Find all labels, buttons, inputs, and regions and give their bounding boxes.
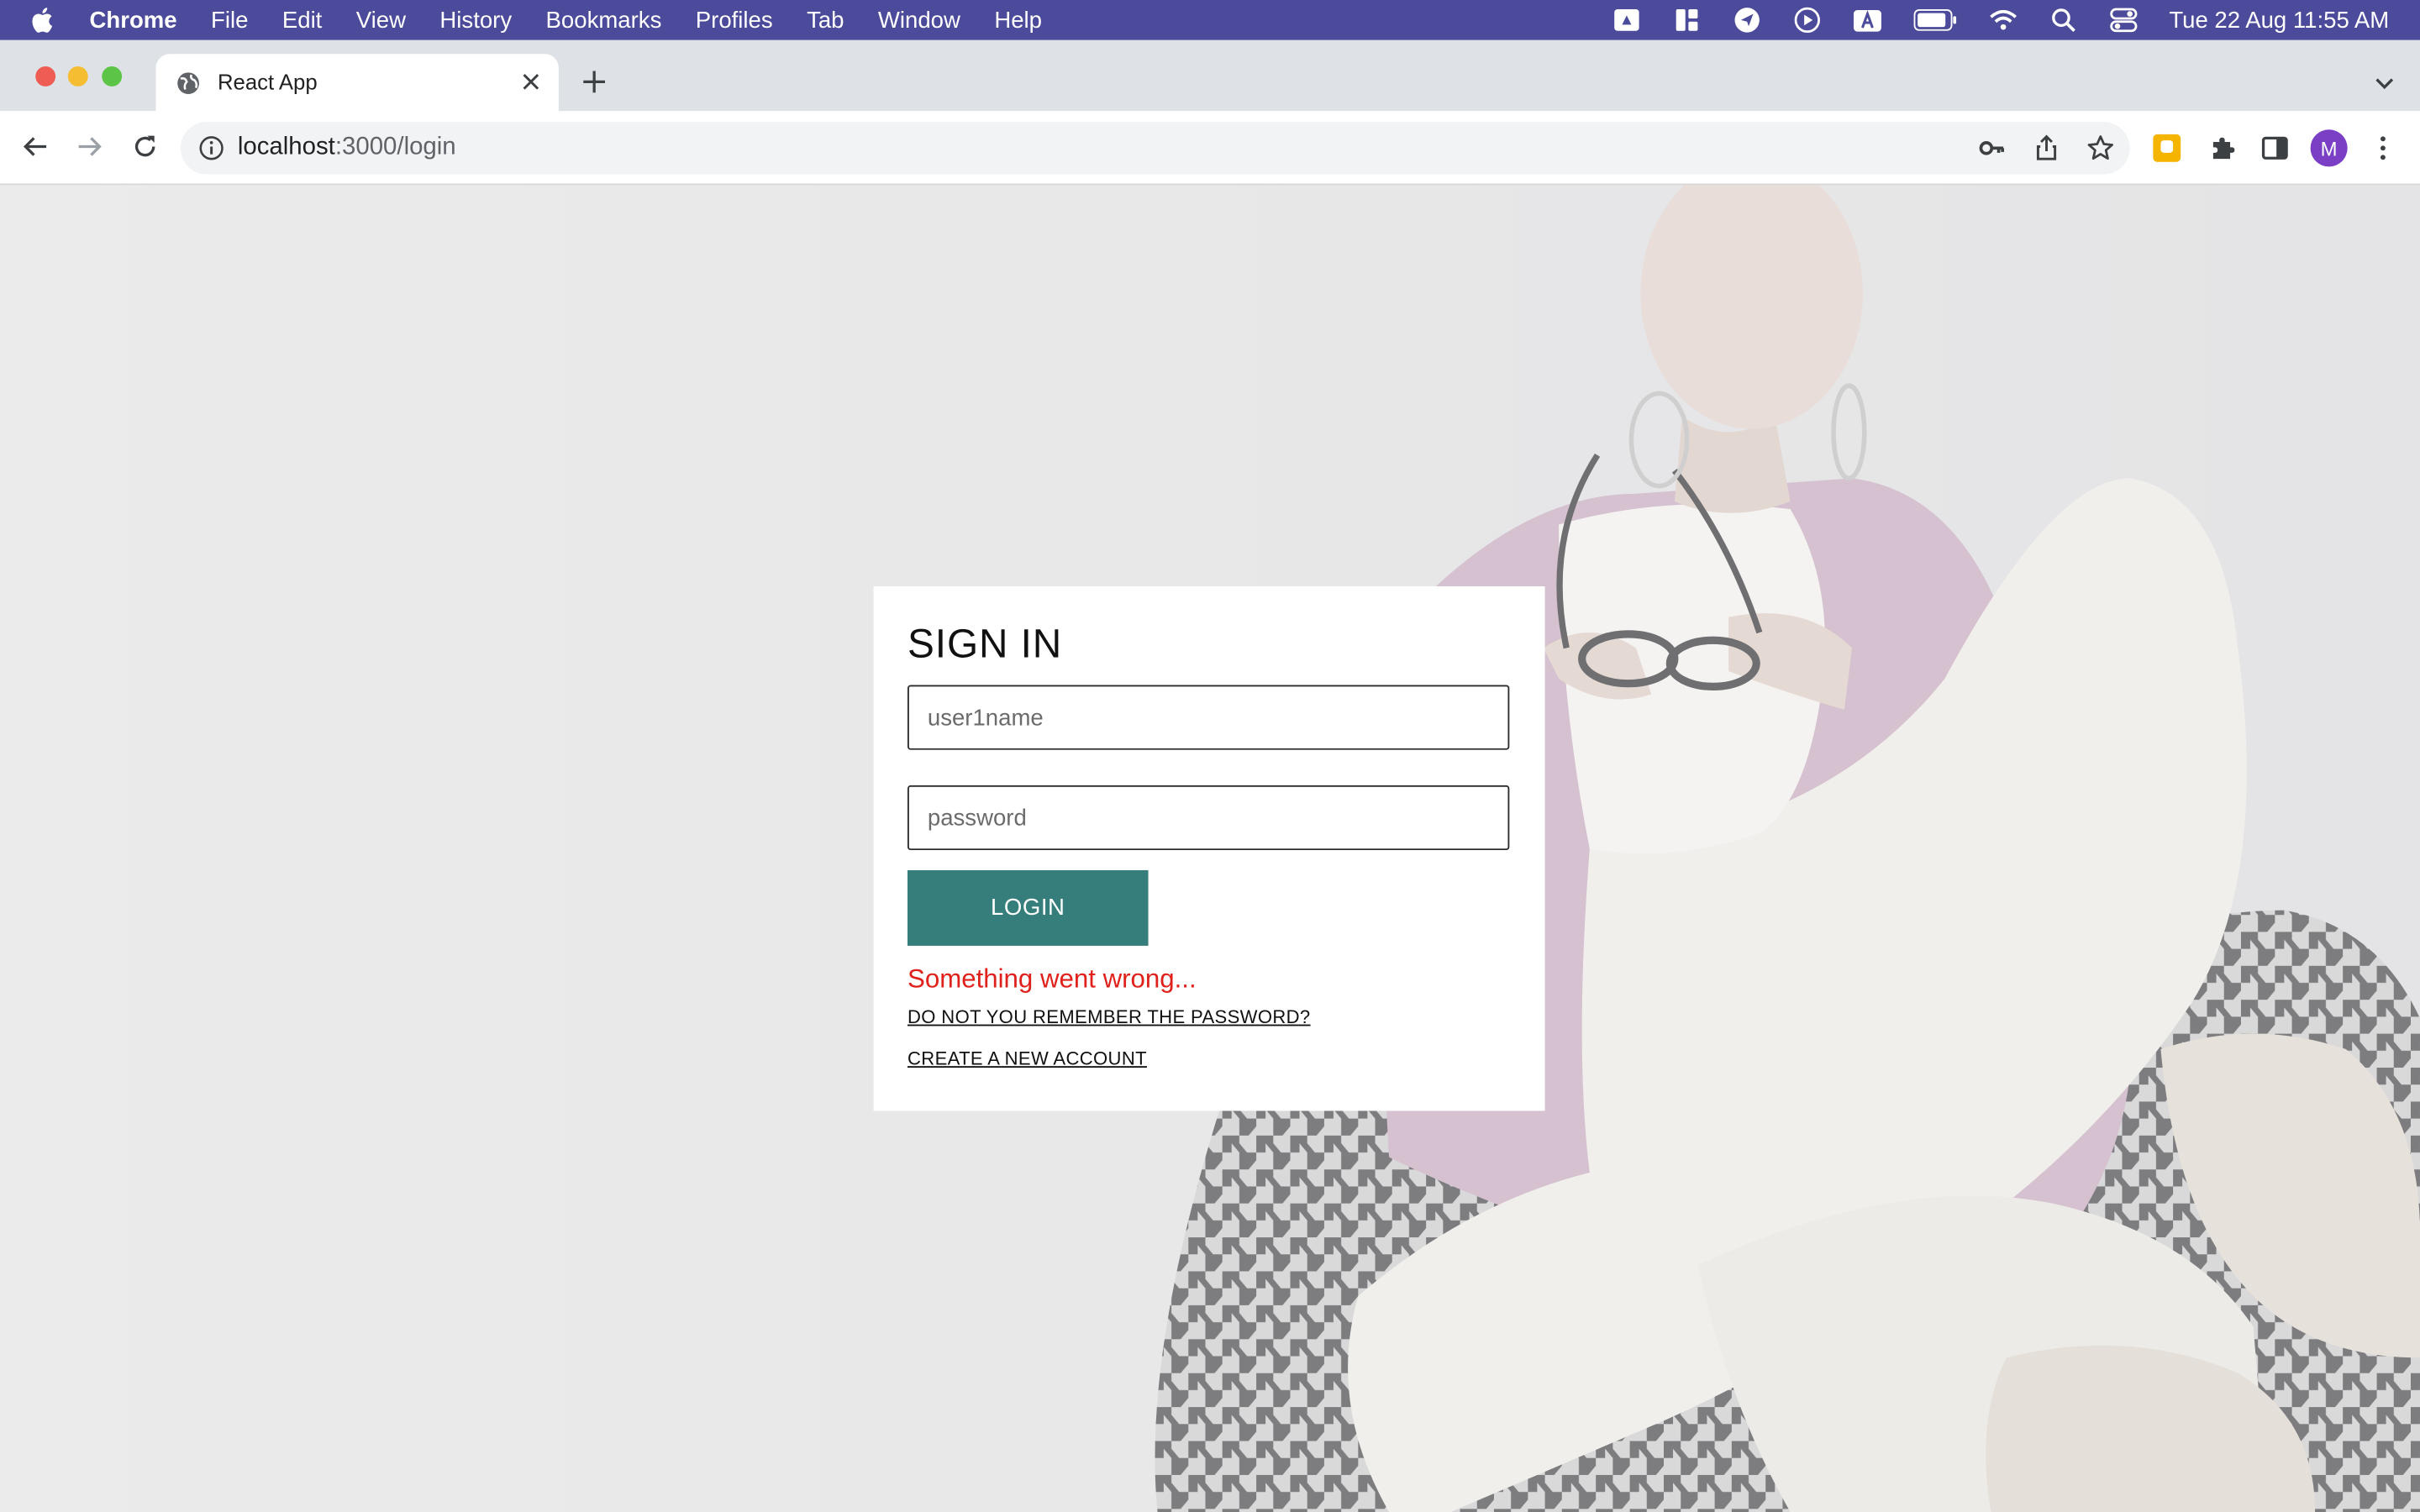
side-panel-icon[interactable] [2260, 133, 2291, 164]
menu-bookmarks[interactable]: Bookmarks [546, 7, 662, 33]
menu-view[interactable]: View [356, 7, 406, 33]
wifi-icon[interactable] [1990, 8, 2018, 32]
new-tab-icon[interactable] [581, 68, 608, 96]
error-message: Something went wrong... [908, 963, 1197, 994]
share-icon[interactable] [2031, 133, 2062, 164]
battery-icon[interactable] [1914, 8, 1957, 32]
drive-icon[interactable] [1613, 8, 1641, 32]
tab-search-chevron-icon[interactable] [2374, 72, 2396, 94]
browser-toolbar: localhost:3000/login M [0, 111, 2420, 186]
url-text[interactable]: localhost:3000/login [238, 134, 456, 162]
play-icon[interactable] [1794, 7, 1822, 34]
extension-yellow-icon[interactable] [2151, 133, 2182, 164]
menu-file[interactable]: File [211, 7, 248, 33]
site-info-icon[interactable] [197, 134, 225, 162]
layout-icon[interactable] [1674, 8, 1702, 32]
menu-edit[interactable]: Edit [282, 7, 322, 33]
login-card: SIGN IN LOGIN Something went wrong... DO… [873, 585, 1545, 1111]
url-path: :3000/login [334, 134, 456, 161]
menu-help[interactable]: Help [994, 7, 1042, 33]
keyboard-input-icon[interactable] [1854, 8, 1882, 32]
minimize-window-button[interactable] [67, 66, 88, 87]
apple-icon[interactable] [31, 6, 55, 34]
password-input[interactable] [908, 785, 1510, 851]
url-host: localhost [237, 134, 335, 161]
close-tab-icon[interactable] [518, 70, 543, 94]
forgot-password-link[interactable]: DO NOT YOU REMEMBER THE PASSWORD? [908, 1006, 1311, 1028]
password-key-icon[interactable] [1977, 133, 2008, 164]
address-bar[interactable]: localhost:3000/login [180, 122, 2130, 175]
more-menu-icon[interactable] [2368, 133, 2399, 164]
sign-in-heading: SIGN IN [908, 620, 1063, 667]
spotlight-search-icon[interactable] [2050, 8, 2078, 33]
profile-avatar[interactable]: M [2310, 129, 2348, 167]
back-arrow-icon[interactable] [20, 131, 51, 162]
bookmark-star-icon[interactable] [2085, 133, 2116, 164]
close-window-button[interactable] [35, 66, 56, 87]
menu-history[interactable]: History [439, 7, 512, 33]
macos-menu-bar: Chrome File Edit View History Bookmarks … [0, 0, 2420, 40]
tab-strip: React App [0, 39, 2420, 112]
tab-react-app[interactable]: React App [155, 54, 559, 112]
username-input[interactable] [908, 685, 1510, 750]
control-center-icon[interactable] [2110, 8, 2139, 33]
create-account-link[interactable]: CREATE A NEW ACCOUNT [908, 1047, 1147, 1069]
tab-title: React App [217, 69, 318, 95]
menu-app-name[interactable]: Chrome [90, 7, 177, 33]
menu-window[interactable]: Window [878, 7, 960, 33]
reload-icon[interactable] [129, 131, 160, 162]
location-arrow-icon[interactable] [1733, 8, 1761, 33]
menubar-clock[interactable]: Tue 22 Aug 11:55 AM [2169, 7, 2389, 33]
page-viewport: SIGN IN LOGIN Something went wrong... DO… [0, 185, 2420, 1512]
extensions-puzzle-icon[interactable] [2207, 133, 2238, 164]
login-button[interactable]: LOGIN [908, 869, 1149, 946]
menu-tab[interactable]: Tab [807, 7, 844, 33]
globe-icon [176, 71, 200, 95]
menu-profiles[interactable]: Profiles [696, 7, 773, 33]
zoom-window-button[interactable] [102, 66, 123, 87]
forward-arrow-icon[interactable] [74, 131, 105, 162]
